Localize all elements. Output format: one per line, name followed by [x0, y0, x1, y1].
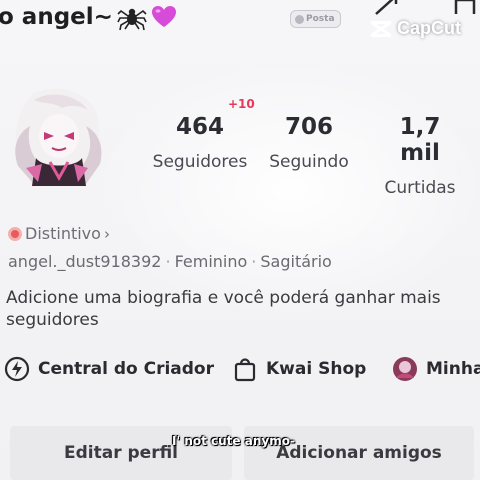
capcut-logo-icon [371, 20, 391, 37]
creator-center-label: Central do Criador [38, 359, 214, 379]
my-shortcut[interactable]: Minha [392, 356, 480, 382]
followers-label: Seguidores [152, 152, 248, 172]
video-caption: I' not cute anymo- [172, 434, 295, 448]
zodiac-sign: Sagitário [260, 252, 332, 271]
avatar[interactable] [12, 86, 104, 190]
profile-display-name: o angel~ [0, 2, 177, 32]
more-menu-icon[interactable] [452, 0, 478, 18]
post-badge[interactable]: Posta [290, 10, 341, 28]
lightning-circle-icon [4, 356, 30, 382]
distintivo-link[interactable]: Distintivo › [8, 224, 110, 243]
kwai-shop-label: Kwai Shop [266, 359, 367, 379]
bio-prompt[interactable]: Adicione uma biografia e você poderá gan… [6, 287, 476, 331]
following-count: 706 [284, 114, 333, 140]
shopping-bag-icon [234, 358, 256, 382]
username: angel._dust918392 [8, 252, 162, 271]
likes-count: 1,7 mil [399, 114, 441, 166]
kwai-shop-shortcut[interactable]: Kwai Shop [232, 356, 366, 382]
medal-icon [8, 226, 22, 241]
spider-icon [117, 8, 147, 31]
profile-meta: angel._dust918392 · Feminino · Sagitário [8, 252, 332, 271]
purple-heart-icon [151, 6, 176, 27]
likes-label: Curtidas [384, 178, 456, 198]
gender: Feminino [174, 252, 248, 271]
post-badge-label: Posta [306, 14, 335, 24]
capcut-watermark: CapCut [370, 18, 461, 39]
my-shortcut-label: Minha [426, 359, 480, 379]
followers-increase-badge: +10 [228, 97, 255, 111]
followers-count: 464 [175, 114, 224, 140]
creator-center-shortcut[interactable]: Central do Criador [4, 356, 214, 382]
following-label: Seguindo [269, 152, 349, 172]
chevron-right-icon: › [103, 224, 110, 243]
profile-page: o angel~ Posta CapCut +10 464 Seguidores… [0, 0, 480, 480]
separator-dot: · [165, 252, 171, 271]
top-bar: o angel~ Posta CapCut [0, 0, 480, 40]
separator-dot: · [251, 252, 257, 271]
followers-stat[interactable]: 464 Seguidores [150, 114, 250, 172]
avatar-icon [393, 357, 417, 381]
capcut-text: CapCut [397, 18, 461, 38]
likes-stat[interactable]: 1,7 mil Curtidas [376, 114, 464, 198]
post-badge-icon [295, 14, 304, 24]
display-name-text: o angel~ [0, 4, 113, 30]
distintivo-label: Distintivo [25, 224, 101, 243]
following-stat[interactable]: 706 Seguindo [264, 114, 354, 172]
share-icon[interactable] [372, 0, 400, 16]
